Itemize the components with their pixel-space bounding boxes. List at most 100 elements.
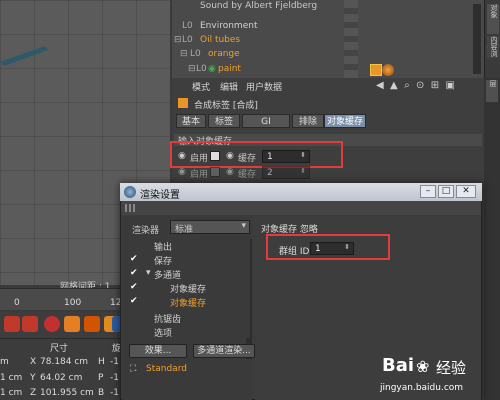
coord-axis: X bbox=[30, 357, 37, 367]
dialog-titlebar[interactable]: 渲染设置 – □ ✕ bbox=[120, 183, 482, 201]
attr-nav-arrows[interactable]: ◀ ▲ ⌕ ⊙ ⊞ ▣ bbox=[376, 80, 480, 94]
playback-toolbar bbox=[0, 312, 130, 338]
baidu-watermark: Bai ❀ 经验 jingyan.baidu.com bbox=[380, 355, 500, 400]
layer-icon: L0 bbox=[190, 49, 201, 59]
check-icon[interactable]: ✔ bbox=[130, 254, 138, 264]
menu-edit[interactable]: 编辑 bbox=[220, 80, 238, 93]
list-item[interactable]: 输出 bbox=[126, 238, 250, 253]
coord-row-x: m X 78.184 cm H -1 bbox=[0, 355, 130, 371]
side-tab[interactable]: 对象 bbox=[487, 4, 499, 34]
timeline-tick: 0 bbox=[14, 298, 20, 308]
composite-tag-icon bbox=[178, 98, 188, 108]
preset-name: Standard bbox=[146, 364, 187, 374]
coord-rot-axis: P bbox=[98, 373, 104, 383]
list-item[interactable]: ✔ 对象缓存 bbox=[126, 280, 250, 295]
material-icon[interactable] bbox=[382, 64, 394, 76]
check-icon[interactable]: ✔ bbox=[130, 282, 138, 292]
tag-tabs: 基本 标签 GI 排除 对象缓存 bbox=[176, 114, 376, 128]
object-scrollbar[interactable] bbox=[473, 4, 481, 74]
highlight-box-2 bbox=[266, 234, 390, 260]
coord-size-field[interactable]: 78.184 cm bbox=[40, 357, 88, 367]
tab-object-buffer[interactable]: 对象缓存 bbox=[324, 114, 366, 128]
renderer-label: 渲染器 bbox=[132, 226, 160, 236]
effects-button[interactable]: 效果... bbox=[129, 344, 187, 358]
menu-userdata[interactable]: 用户数据 bbox=[246, 80, 282, 93]
visibility-column[interactable] bbox=[344, 0, 358, 78]
object-row[interactable]: ⊟ L0 Oil tubes bbox=[172, 34, 472, 48]
layer-icon: L0 bbox=[182, 35, 193, 45]
preset-row[interactable]: ⛶ Standard bbox=[128, 362, 254, 376]
coord-rot-field[interactable]: -1 bbox=[110, 373, 119, 383]
buffer-row-2: ◉ 启用 ◉ 缓存 2 ⬍ bbox=[176, 166, 316, 180]
list-item-label: 对象缓存 bbox=[170, 299, 207, 309]
layer-icon: L0 bbox=[196, 64, 207, 74]
side-tab[interactable]: 层 bbox=[486, 80, 498, 102]
check-icon[interactable]: ✔ bbox=[130, 268, 138, 278]
expander-icon[interactable]: ▾ bbox=[146, 268, 151, 278]
cache-number-field[interactable]: 2 ⬍ bbox=[262, 166, 310, 179]
expand-icon[interactable]: ⊟ bbox=[188, 64, 196, 74]
list-item[interactable]: 选项 bbox=[126, 324, 250, 339]
object-row[interactable]: Sound by Albert Fjeldberg bbox=[172, 0, 472, 14]
coord-size-field[interactable]: 101.955 cm bbox=[40, 388, 94, 398]
multipass-render-button[interactable]: 多通道渲染... bbox=[193, 344, 255, 358]
help-icon[interactable] bbox=[44, 316, 60, 332]
record-icon[interactable] bbox=[4, 316, 20, 332]
tab-tag[interactable]: 标签 bbox=[208, 114, 240, 128]
menu-mode[interactable]: 模式 bbox=[192, 80, 210, 93]
null-icon: ◉ bbox=[208, 64, 216, 74]
dialog-toolbar bbox=[121, 201, 481, 215]
minimize-icon[interactable]: – bbox=[420, 185, 436, 198]
coord-left-value: 1 cm bbox=[0, 373, 23, 383]
move-key-icon[interactable] bbox=[64, 316, 80, 332]
expand-icon[interactable]: ⊟ bbox=[180, 49, 188, 59]
preset-icon: ⛶ bbox=[130, 364, 137, 374]
coord-rot-field[interactable]: -1 bbox=[110, 388, 119, 398]
coord-rot-axis: H bbox=[98, 357, 105, 367]
coord-size-field[interactable]: 64.02 cm bbox=[40, 373, 82, 383]
grip-icon[interactable] bbox=[125, 204, 137, 212]
object-row[interactable]: ⊟ L0 orange bbox=[172, 48, 472, 62]
settings-list: 输出 ✔ 保存 ✔ ▾ 多通道 ✔ 对象缓存 ✔ 对象缓存 抗锯齿 选项 bbox=[126, 238, 250, 339]
list-item[interactable]: ✔ 保存 bbox=[126, 252, 250, 267]
attr-title-row: 合成标签 [合成] bbox=[178, 96, 438, 112]
renderer-value: 标准 bbox=[175, 225, 194, 235]
object-row[interactable]: L0 Environment bbox=[172, 20, 472, 34]
coord-rot-field[interactable]: -1 bbox=[110, 357, 119, 367]
object-name: Sound by Albert Fjeldberg bbox=[200, 1, 318, 11]
object-name: orange bbox=[208, 49, 240, 59]
scale-key-icon[interactable] bbox=[84, 316, 100, 332]
tab-exclude[interactable]: 排除 bbox=[292, 114, 324, 128]
timeline[interactable]: 0 100 120 bbox=[0, 288, 130, 310]
highlight-box-1 bbox=[170, 141, 343, 168]
expand-icon[interactable]: ⊟ bbox=[174, 35, 182, 45]
spinner-icon[interactable]: ⬍ bbox=[300, 167, 306, 175]
close-icon[interactable]: ✕ bbox=[456, 185, 476, 198]
layer-icon: L0 bbox=[182, 21, 193, 31]
check-icon[interactable]: ✔ bbox=[130, 296, 138, 306]
tab-gi[interactable]: GI bbox=[242, 114, 290, 128]
list-item[interactable]: 抗锯齿 bbox=[126, 310, 250, 325]
baidu-url: jingyan.baidu.com bbox=[380, 383, 464, 393]
attr-title: 合成标签 [合成] bbox=[194, 101, 258, 111]
side-tab[interactable]: 内容浏览器 bbox=[487, 36, 499, 58]
object-row[interactable]: ⊟ L0 ◉ paint bbox=[172, 63, 472, 77]
coord-left-value: m bbox=[0, 357, 9, 367]
tab-basic[interactable]: 基本 bbox=[176, 114, 206, 128]
enable-label: 启用 bbox=[190, 170, 209, 180]
renderer-select[interactable]: 标准 ▾ bbox=[170, 220, 250, 235]
object-manager: Sound by Albert Fjeldberg L0 Environment… bbox=[172, 0, 500, 78]
enable-checkbox[interactable] bbox=[210, 167, 220, 177]
coord-axis: Z bbox=[30, 388, 37, 398]
dialog-title: 渲染设置 bbox=[140, 190, 180, 201]
list-item[interactable]: ✔ ▾ 多通道 bbox=[126, 266, 250, 281]
chevron-down-icon: ▾ bbox=[241, 221, 246, 231]
autokey-icon[interactable] bbox=[22, 316, 38, 332]
composite-tag-icon[interactable] bbox=[370, 64, 382, 76]
list-item[interactable]: ✔ 对象缓存 bbox=[126, 294, 250, 309]
cache-label: 缓存 bbox=[238, 170, 257, 180]
maximize-icon[interactable]: □ bbox=[438, 185, 454, 198]
object-name: paint bbox=[218, 64, 241, 74]
viewport-object-icon bbox=[0, 46, 48, 66]
attr-side-tabs: 层 bbox=[484, 78, 500, 400]
